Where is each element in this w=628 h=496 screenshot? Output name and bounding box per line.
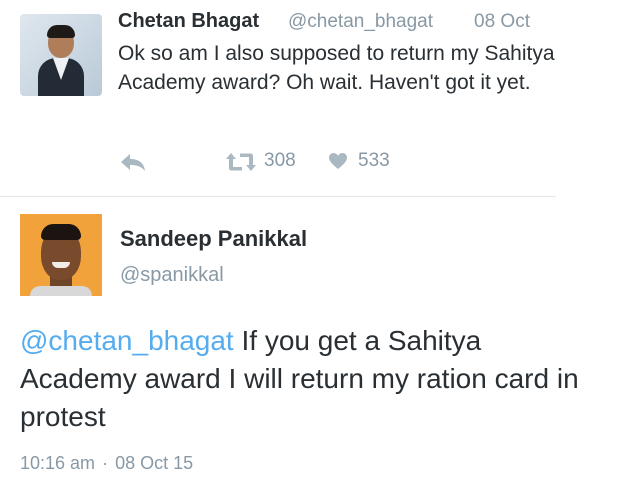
tweet2-time: 10:16 am xyxy=(20,453,96,473)
tweet1-text: Ok so am I also supposed to return my Sa… xyxy=(118,42,555,94)
tweet1-author-handle[interactable]: @chetan_bhagat xyxy=(288,11,433,33)
tweet2-date: 08 Oct 15 xyxy=(115,453,194,473)
heart-icon[interactable] xyxy=(328,152,348,170)
timestamp-separator: · xyxy=(102,453,109,473)
reply-icon[interactable] xyxy=(118,150,148,174)
sandeep-panikkal-avatar[interactable] xyxy=(20,214,102,296)
tweet1-author-name[interactable]: Chetan Bhagat xyxy=(118,10,259,33)
tweet2-text: @chetan_bhagat If you get a Sahitya Acad… xyxy=(20,322,580,436)
retweet-icon[interactable] xyxy=(225,151,257,173)
avatar-hair xyxy=(47,25,75,38)
avatar-hair xyxy=(41,224,81,240)
retweet-count: 308 xyxy=(264,150,296,171)
avatar-shirt xyxy=(30,286,92,296)
like-count: 533 xyxy=(358,150,390,171)
tweet-divider xyxy=(0,196,556,197)
tweet2-author-name[interactable]: Sandeep Panikkal xyxy=(120,226,307,252)
tweet1-date[interactable]: 08 Oct xyxy=(474,11,530,33)
tweet2-author-handle[interactable]: @spanikkal xyxy=(120,264,224,287)
chetan-bhagat-avatar[interactable] xyxy=(20,14,102,96)
mention-link[interactable]: @chetan_bhagat xyxy=(20,325,234,356)
tweet2-timestamp[interactable]: 10:16 am · 08 Oct 15 xyxy=(20,453,193,474)
